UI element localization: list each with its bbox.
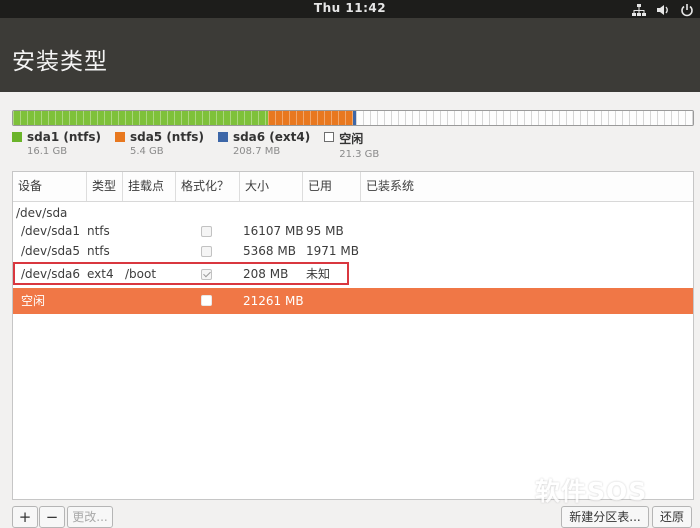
row-used: 未知 bbox=[306, 267, 331, 281]
format-checkbox[interactable] bbox=[201, 226, 212, 237]
power-icon[interactable] bbox=[680, 2, 694, 17]
row-type: ntfs bbox=[87, 224, 110, 238]
legend-swatch bbox=[12, 132, 22, 142]
legend-swatch bbox=[324, 132, 335, 142]
system-tray bbox=[632, 2, 694, 17]
table-row[interactable]: /dev/sda5 ntfs 5368 MB 1971 MB bbox=[13, 240, 693, 262]
row-type: ntfs bbox=[87, 244, 110, 258]
legend-size: 16.1 GB bbox=[27, 146, 68, 157]
row-device: 空闲 bbox=[21, 294, 46, 308]
legend-item: 空闲 21.3 GB bbox=[324, 130, 379, 160]
partition-legend: sda1 (ntfs) 16.1 GB sda5 (ntfs) 5.4 GB sda6 … bbox=[12, 130, 393, 160]
watermark: 软件SOS bbox=[503, 472, 693, 506]
row-used: 1971 MB bbox=[306, 244, 359, 258]
legend-name: sda5 (ntfs) bbox=[129, 130, 204, 144]
legend-swatch bbox=[114, 132, 125, 142]
row-device: /dev/sda1 bbox=[21, 224, 81, 238]
watermark-logo-icon bbox=[506, 478, 529, 499]
legend-swatch bbox=[217, 132, 228, 142]
legend-item: sda1 (ntfs) 16.1 GB bbox=[12, 130, 101, 160]
volume-icon[interactable] bbox=[656, 2, 670, 16]
format-checkbox[interactable] bbox=[201, 295, 212, 306]
column-header-used[interactable]: 已用 bbox=[303, 172, 361, 201]
watermark-text: 软件SOS bbox=[535, 477, 648, 506]
column-header-mount[interactable]: 挂载点 bbox=[123, 172, 176, 201]
legend-size: 208.7 MB bbox=[232, 146, 281, 157]
format-checkbox[interactable] bbox=[201, 246, 212, 257]
column-header-format[interactable]: 格式化？ bbox=[176, 172, 240, 201]
network-icon[interactable] bbox=[632, 2, 646, 16]
top-panel: Thu 11:42 bbox=[0, 0, 700, 18]
row-size: 21261 MB bbox=[243, 294, 304, 308]
legend-item: sda6 (ext4) 208.7 MB bbox=[217, 130, 311, 160]
row-size: 208 MB bbox=[243, 267, 289, 281]
column-header-device[interactable]: 设备 bbox=[13, 172, 87, 201]
partition-segment-free bbox=[356, 111, 693, 125]
row-device: /dev/sda6 bbox=[21, 267, 81, 281]
add-partition-button[interactable]: + bbox=[12, 506, 38, 528]
table-row[interactable]: /dev/sda6 ext4 /boot 208 MB 未知 bbox=[13, 263, 693, 285]
column-header-size[interactable]: 大小 bbox=[240, 172, 303, 201]
row-used: 95 MB bbox=[306, 224, 344, 238]
format-checkbox[interactable] bbox=[201, 269, 212, 280]
legend-name: 空闲 bbox=[339, 132, 364, 146]
legend-item: sda5 (ntfs) 5.4 GB bbox=[114, 130, 204, 160]
legend-size: 21.3 GB bbox=[339, 149, 380, 160]
row-mount: /boot bbox=[125, 267, 157, 281]
column-header-type[interactable]: 类型 bbox=[87, 172, 123, 201]
revert-button[interactable]: 还原 bbox=[652, 506, 692, 528]
table-row[interactable]: /dev/sda1 ntfs 16107 MB 95 MB bbox=[13, 220, 693, 242]
legend-size: 5.4 GB bbox=[129, 146, 164, 157]
new-partition-table-button[interactable]: 新建分区表... bbox=[561, 506, 649, 528]
partition-usage-bar bbox=[12, 110, 694, 126]
legend-name: sda6 (ext4) bbox=[232, 130, 311, 144]
page-title: 安装类型 bbox=[12, 49, 108, 75]
table-row-selected[interactable]: 空闲 21261 MB bbox=[13, 288, 693, 314]
partition-segment-sda5 bbox=[268, 111, 354, 125]
partition-segment-sda1 bbox=[13, 111, 269, 125]
installer-header: 安装类型 bbox=[0, 18, 700, 92]
change-partition-button[interactable]: 更改... bbox=[67, 506, 113, 528]
remove-partition-button[interactable]: − bbox=[39, 506, 65, 528]
row-size: 16107 MB bbox=[243, 224, 304, 238]
clock[interactable]: Thu 11:42 bbox=[0, 1, 700, 15]
table-header: 设备 类型 挂载点 格式化？ 大小 已用 已装系统 bbox=[13, 172, 693, 202]
partition-table[interactable]: 设备 类型 挂载点 格式化？ 大小 已用 已装系统 /dev/sda /dev/… bbox=[12, 171, 694, 500]
row-device: /dev/sda5 bbox=[21, 244, 81, 258]
legend-name: sda1 (ntfs) bbox=[27, 130, 101, 144]
row-type: ext4 bbox=[87, 267, 114, 281]
column-header-installed-os[interactable]: 已装系统 bbox=[361, 172, 693, 201]
row-size: 5368 MB bbox=[243, 244, 296, 258]
